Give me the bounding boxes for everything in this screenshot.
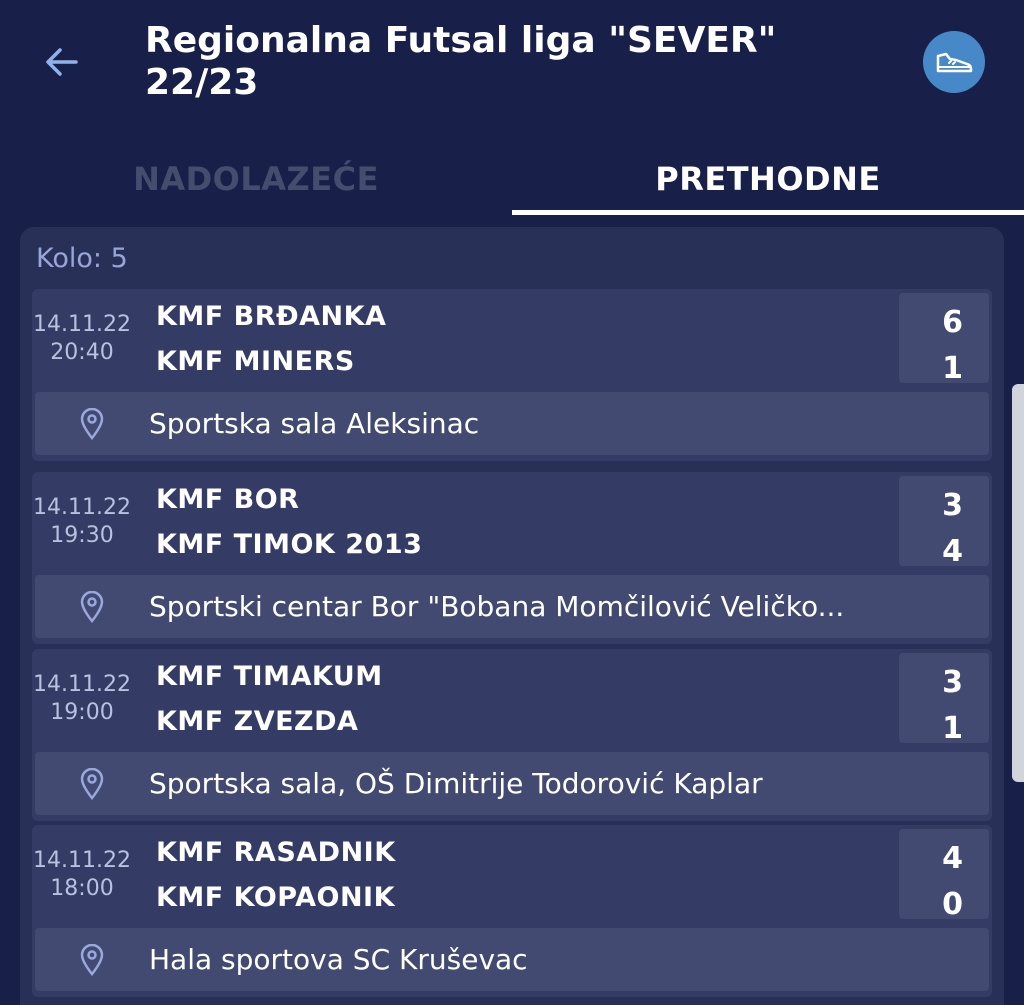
away-team: KMF ZVEZDA xyxy=(156,706,359,737)
location-pin-icon xyxy=(80,768,104,800)
sport-button[interactable] xyxy=(923,31,985,93)
score-box: 6 1 xyxy=(899,293,989,386)
venue-name: Sportska sala Aleksinac xyxy=(149,407,480,440)
away-team: KMF TIMOK 2013 xyxy=(156,529,423,560)
home-score: 4 xyxy=(942,841,963,876)
home-score: 3 xyxy=(942,488,963,523)
active-tab-indicator xyxy=(512,210,1024,215)
tab-previous[interactable]: PRETHODNE xyxy=(512,160,1024,198)
match-date: 14.11.22 xyxy=(33,672,131,697)
venue-row[interactable]: Hala sportova SC Kruševac xyxy=(35,928,989,991)
home-team: KMF BOR xyxy=(156,484,300,515)
back-button[interactable] xyxy=(40,40,84,84)
away-score: 0 xyxy=(942,887,963,922)
match-time: 19:30 xyxy=(50,523,114,548)
match-time: 18:00 xyxy=(50,876,114,901)
match-date: 14.11.22 xyxy=(33,848,131,873)
match-card[interactable]: 14.11.22 19:00 KMF TIMAKUM KMF ZVEZDA 3 … xyxy=(32,649,992,821)
round-panel: Kolo: 5 14.11.22 20:40 KMF BRĐANKA KMF M… xyxy=(20,227,1004,1005)
away-score: 1 xyxy=(942,711,963,746)
shoe-icon xyxy=(936,52,973,73)
location-pin-icon xyxy=(80,591,104,623)
app-header: Regionalna Futsal liga "SEVER" 22/23 xyxy=(0,0,1024,130)
venue-name: Sportski centar Bor "Bobana Momčilović V… xyxy=(149,590,845,623)
away-score: 4 xyxy=(942,534,963,569)
match-time: 19:00 xyxy=(50,700,114,725)
round-label: Kolo: 5 xyxy=(36,243,128,274)
venue-name: Sportska sala, OŠ Dimitrije Todorović Ka… xyxy=(149,767,763,800)
scrollbar[interactable] xyxy=(1012,384,1024,782)
away-team: KMF KOPAONIK xyxy=(156,882,396,913)
match-date: 14.11.22 xyxy=(33,495,131,520)
match-time: 20:40 xyxy=(50,340,114,365)
match-card[interactable]: 14.11.22 20:40 KMF BRĐANKA KMF MINERS 6 … xyxy=(32,289,992,461)
away-score: 1 xyxy=(942,351,963,386)
score-box: 3 1 xyxy=(899,653,989,746)
match-card[interactable]: 14.11.22 18:00 KMF RASADNIK KMF KOPAONIK… xyxy=(32,825,992,997)
tab-upcoming[interactable]: NADOLAZEĆE xyxy=(0,160,512,198)
match-datetime: 14.11.22 18:00 xyxy=(32,847,132,903)
page-title: Regionalna Futsal liga "SEVER" 22/23 xyxy=(145,20,777,103)
match-date: 14.11.22 xyxy=(33,312,131,337)
home-team: KMF TIMAKUM xyxy=(156,661,383,692)
location-pin-icon xyxy=(80,944,104,976)
home-team: KMF BRĐANKA xyxy=(156,301,387,332)
venue-name: Hala sportova SC Kruševac xyxy=(149,943,528,976)
arrow-left-icon xyxy=(46,48,78,76)
score-box: 3 4 xyxy=(899,476,989,569)
venue-row[interactable]: Sportska sala Aleksinac xyxy=(35,392,989,455)
home-score: 6 xyxy=(942,305,963,340)
score-box: 4 0 xyxy=(899,829,989,922)
home-score: 3 xyxy=(942,665,963,700)
venue-row[interactable]: Sportska sala, OŠ Dimitrije Todorović Ka… xyxy=(35,752,989,815)
match-datetime: 14.11.22 20:40 xyxy=(32,311,132,367)
home-team: KMF RASADNIK xyxy=(156,837,396,868)
match-datetime: 14.11.22 19:30 xyxy=(32,494,132,550)
venue-row[interactable]: Sportski centar Bor "Bobana Momčilović V… xyxy=(35,575,989,638)
away-team: KMF MINERS xyxy=(156,346,355,377)
match-card[interactable]: 14.11.22 19:30 KMF BOR KMF TIMOK 2013 3 … xyxy=(32,472,992,644)
tab-bar: NADOLAZEĆE PRETHODNE xyxy=(0,150,1024,220)
location-pin-icon xyxy=(80,408,104,440)
match-datetime: 14.11.22 19:00 xyxy=(32,671,132,727)
